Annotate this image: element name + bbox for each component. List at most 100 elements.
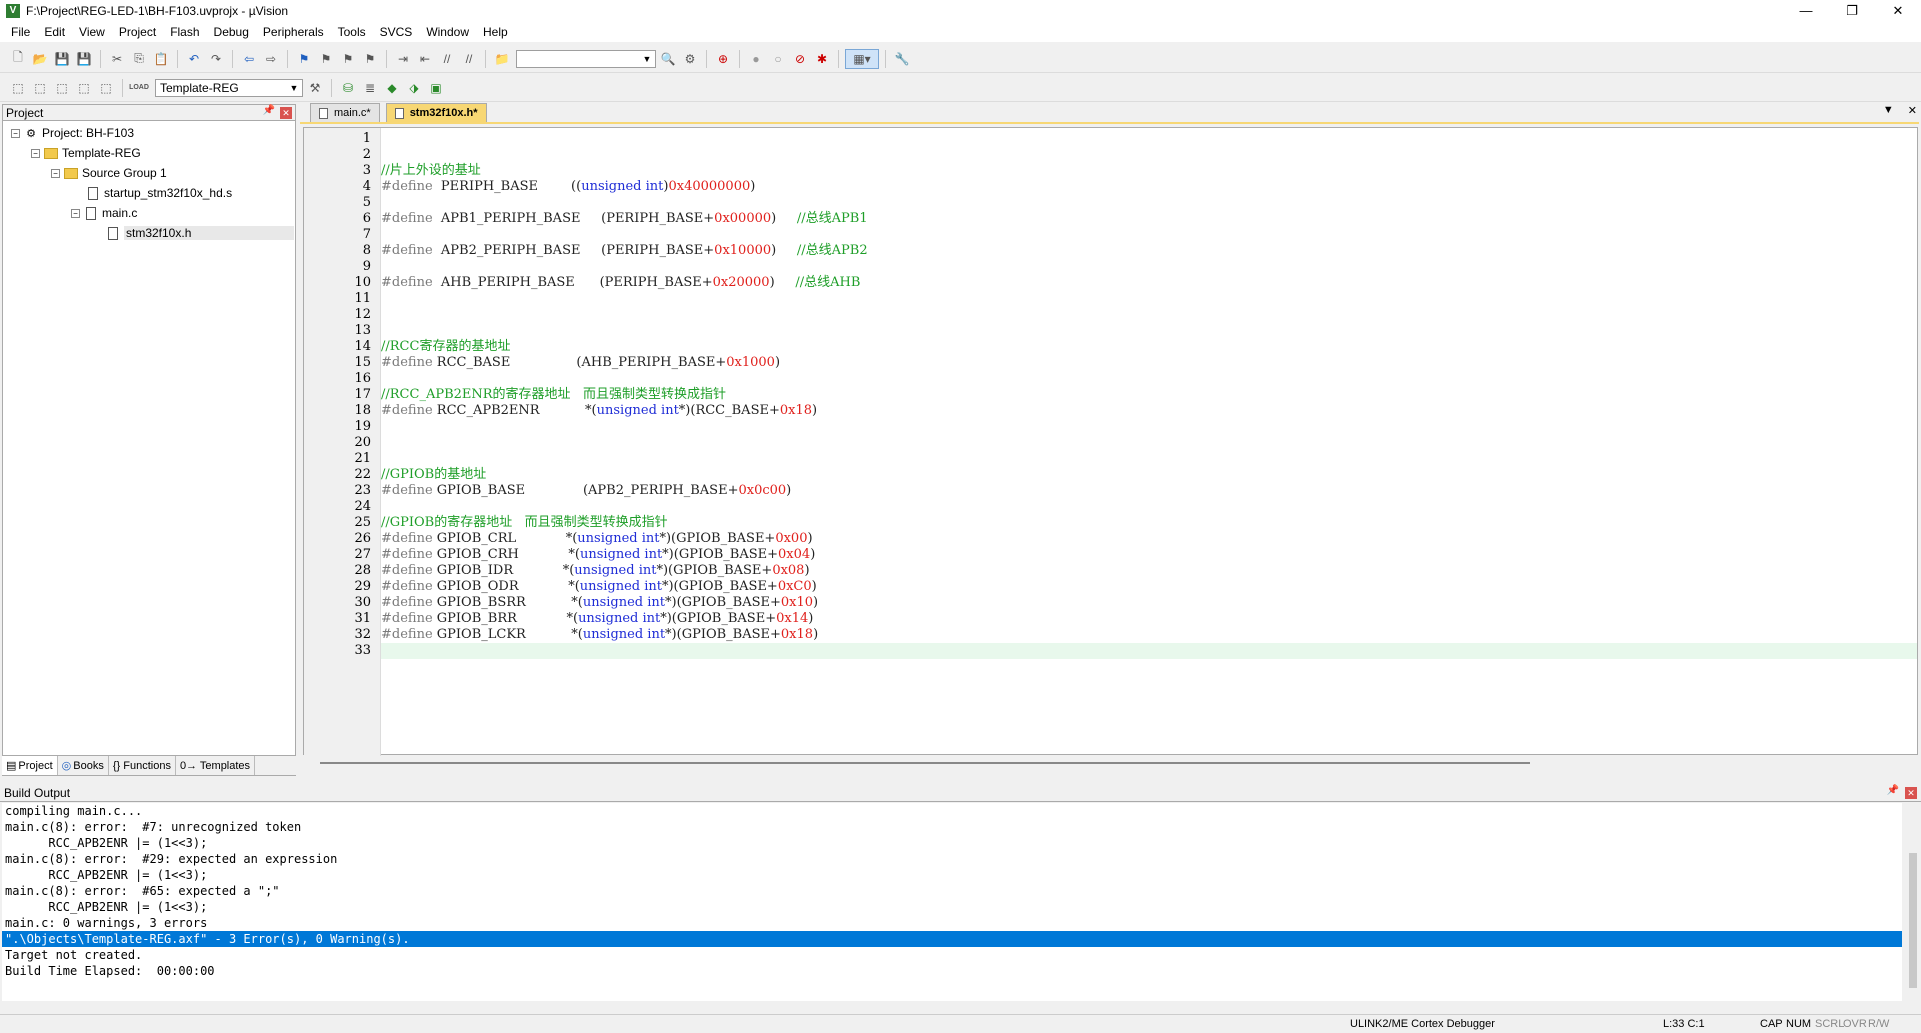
menu-window[interactable]: Window [419, 25, 476, 39]
tree-item-project[interactable]: − ⚙ Project: BH-F103 [3, 123, 295, 143]
close-icon[interactable]: ✕ [1905, 787, 1917, 799]
copy-icon[interactable]: ⎘ [129, 49, 149, 69]
tab-main-c[interactable]: main.c* [310, 103, 380, 122]
save-icon[interactable]: 💾 [52, 49, 72, 69]
title-bar: V F:\Project\REG-LED-1\BH-F103.uvprojx -… [0, 0, 1921, 22]
code-line: #define GPIOB_IDR *(unsigned int*)(GPIOB… [381, 563, 810, 578]
nav-forward-icon[interactable]: ⇨ [261, 49, 281, 69]
breakpoint-enable-icon[interactable]: ○ [768, 49, 788, 69]
project-icon: ⚙ [26, 127, 36, 140]
menu-flash[interactable]: Flash [163, 25, 206, 39]
load-icon[interactable]: LOAD [129, 78, 149, 98]
tab-label: Books [73, 759, 104, 772]
debug-session-icon[interactable]: ⊕ [713, 49, 733, 69]
books-icon: ◎ [61, 760, 72, 772]
close-icon[interactable]: ✕ [280, 107, 292, 119]
tab-list-icon[interactable]: ▼ [1883, 104, 1894, 117]
bookmark-next-icon[interactable]: ⚑ [338, 49, 358, 69]
menu-debug[interactable]: Debug [207, 25, 256, 39]
paste-icon[interactable]: 📋 [151, 49, 171, 69]
scrollbar-thumb[interactable] [1909, 853, 1917, 988]
tree-item-startup-file[interactable]: startup_stm32f10x_hd.s [3, 183, 295, 203]
save-all-icon[interactable]: 💾 [74, 49, 94, 69]
build-output-line: Target not created. [5, 948, 143, 962]
new-file-icon[interactable]: 🗋 [8, 49, 28, 69]
line-number: 14 [354, 339, 371, 354]
tab-books[interactable]: ◎ Books [58, 756, 109, 775]
pin-icon[interactable]: 📌 [1887, 785, 1899, 796]
select-packs-icon[interactable]: ⬗ [404, 78, 424, 98]
build-output-header: Build Output 📌 ✕ [0, 784, 1921, 802]
minimize-button[interactable]: — [1783, 0, 1829, 22]
tab-project[interactable]: ▤ Project [2, 756, 58, 775]
bookmark-prev-icon[interactable]: ⚑ [316, 49, 336, 69]
undo-icon[interactable]: ↶ [184, 49, 204, 69]
tab-templates[interactable]: 0→ Templates [176, 756, 256, 775]
build-output-panel[interactable]: compiling main.c... main.c(8): error: #7:… [2, 803, 1902, 1001]
collapse-icon[interactable]: − [71, 208, 80, 218]
manage-project-icon[interactable]: ⛁ [338, 78, 358, 98]
file-extensions-icon[interactable]: ≣ [360, 78, 380, 98]
comment-icon[interactable]: // [437, 49, 457, 69]
batch-build-icon[interactable]: ⬚ [74, 78, 94, 98]
menu-peripherals[interactable]: Peripherals [256, 25, 331, 39]
breakpoint-kill-all-icon[interactable]: ✱ [812, 49, 832, 69]
bookmark-icon[interactable]: ⚑ [294, 49, 314, 69]
build-output-line: compiling main.c... [5, 804, 143, 818]
tree-item-group[interactable]: − Source Group 1 [3, 163, 295, 183]
find-combo[interactable]: ▼ [516, 49, 656, 68]
unindent-icon[interactable]: ⇤ [415, 49, 435, 69]
indent-icon[interactable]: ⇥ [393, 49, 413, 69]
menu-project[interactable]: Project [112, 25, 163, 39]
maximize-button[interactable]: ❐ [1829, 0, 1875, 22]
menu-view[interactable]: View [72, 25, 112, 39]
uncomment-icon[interactable]: // [459, 49, 479, 69]
close-icon[interactable]: ✕ [1908, 104, 1917, 117]
code-editor[interactable]: 1 2 3 4 5 6 7 8 9 10 11 12 13 14 15 16 17 18 19 20 21 22 23 24 2… [303, 127, 1918, 756]
target-select[interactable]: Template-REG ▼ [155, 78, 303, 97]
close-button[interactable]: ✕ [1875, 0, 1921, 22]
tab-functions[interactable]: {} Functions [109, 756, 176, 775]
configure-icon[interactable]: 🔧 [892, 49, 912, 69]
target-options-icon[interactable]: ⚒ [305, 78, 325, 98]
code-area[interactable]: //片上外设的基址 #define PERIPH_BASE ((unsigned… [381, 128, 1917, 756]
collapse-icon[interactable]: − [31, 148, 40, 158]
rebuild-icon[interactable]: ⬚ [52, 78, 72, 98]
translate-icon[interactable]: ⬚ [8, 78, 28, 98]
tree-item-main-c[interactable]: − main.c [3, 203, 295, 223]
menu-tools[interactable]: Tools [331, 25, 373, 39]
line-number: 1 [362, 131, 371, 146]
build-output-scrollbar[interactable] [1905, 803, 1921, 1001]
window-layout-icon[interactable]: ▦▾ [845, 48, 879, 69]
menu-svcs[interactable]: SVCS [373, 25, 420, 39]
collapse-icon[interactable]: − [11, 128, 20, 138]
menu-edit[interactable]: Edit [37, 25, 72, 39]
nav-back-icon[interactable]: ⇦ [239, 49, 259, 69]
status-rw: R/W [1868, 1018, 1890, 1030]
cut-icon[interactable]: ✂ [107, 49, 127, 69]
breakpoint-insert-icon[interactable]: ● [746, 49, 766, 69]
find-in-files-icon[interactable]: 📁 [492, 49, 512, 69]
breakpoint-disable-all-icon[interactable]: ⊘ [790, 49, 810, 69]
run-time-environment-icon[interactable]: ◆ [382, 78, 402, 98]
incremental-find-icon[interactable]: ⚙ [680, 49, 700, 69]
build-icon[interactable]: ⬚ [30, 78, 50, 98]
pin-icon[interactable]: 📌 [263, 105, 275, 116]
redo-icon[interactable]: ↷ [206, 49, 226, 69]
pack-installer-icon[interactable]: ▣ [426, 78, 446, 98]
bookmark-clear-icon[interactable]: ⚑ [360, 49, 380, 69]
find-icon[interactable]: 🔍 [658, 49, 678, 69]
tree-item-target[interactable]: − Template-REG [3, 143, 295, 163]
editor-horizontal-scrollbar[interactable] [320, 762, 1530, 764]
menu-file[interactable]: File [4, 25, 37, 39]
tree-item-header-file[interactable]: stm32f10x.h [3, 223, 295, 243]
menu-help[interactable]: Help [476, 25, 515, 39]
stop-build-icon[interactable]: ⬚ [96, 78, 116, 98]
tab-stm32f10x-h[interactable]: stm32f10x.h* [385, 103, 487, 122]
collapse-icon[interactable]: − [51, 168, 60, 178]
open-folder-icon[interactable]: 📂 [30, 49, 50, 69]
build-output-line: main.c: 0 warnings, 3 errors [5, 916, 208, 930]
